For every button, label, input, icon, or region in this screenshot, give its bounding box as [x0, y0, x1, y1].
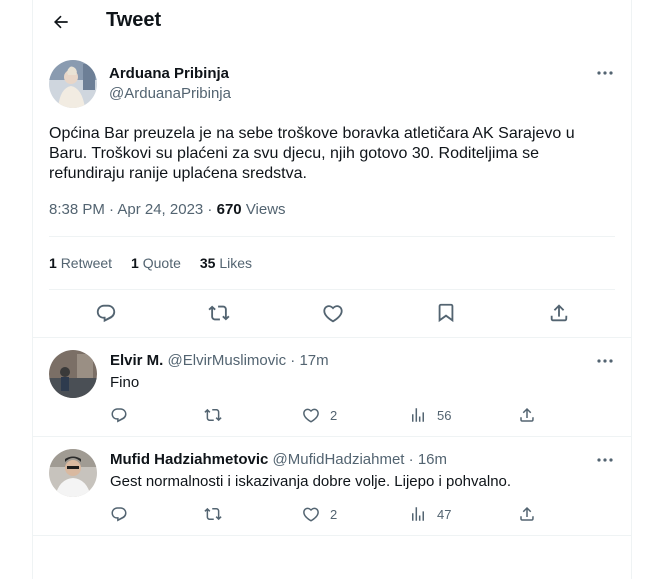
reply-like-count: 2	[330, 407, 338, 423]
share-button[interactable]	[547, 301, 571, 325]
tweet-column: Tweet Arduana Pribinja @ArduanaPribinja …	[32, 0, 632, 579]
reply-avatar[interactable]	[49, 350, 97, 398]
reply-like-button[interactable]: 2	[302, 504, 337, 524]
reply-more-button[interactable]	[593, 452, 617, 468]
reply-views-button[interactable]: 56	[409, 405, 451, 425]
reply-avatar[interactable]	[49, 449, 97, 497]
views-chart-icon	[412, 408, 424, 422]
retweets-count: 1	[49, 255, 57, 271]
reply-tweet[interactable]: Mufid Hadziahmetovic @MufidHadziahmet · …	[33, 437, 631, 535]
page-title: Tweet	[106, 9, 162, 31]
reply-share-button[interactable]	[518, 405, 536, 425]
back-button[interactable]	[47, 8, 75, 36]
share-icon	[520, 407, 534, 422]
reply-button[interactable]	[94, 301, 118, 325]
reply-more-button[interactable]	[593, 353, 617, 369]
like-icon	[303, 408, 319, 423]
tweet-stats: 1 Retweet 1 Quote 35 Likes	[49, 255, 252, 271]
tweet-time[interactable]: 8:38 PM · Apr 24, 2023 ·	[49, 201, 212, 218]
reply-author-name[interactable]: Elvir M.	[110, 352, 163, 369]
reply-retweet-button[interactable]	[204, 405, 222, 425]
quotes-label: Quote	[142, 255, 181, 271]
tweet-actions	[33, 298, 631, 328]
more-icon	[597, 71, 613, 75]
views-chart-icon	[412, 507, 424, 521]
reply-header: Elvir M. @ElvirMuslimovic · 17m	[110, 352, 329, 369]
views-count: 670	[216, 201, 242, 218]
reply-text: Gest normalnosti i iskazivanja dobre vol…	[110, 473, 512, 490]
tweet-meta: 8:38 PM · Apr 24, 2023 · 670 Views	[49, 201, 286, 218]
reply-retweet-button[interactable]	[204, 504, 222, 524]
reply-author-name[interactable]: Mufid Hadziahmetovic	[110, 451, 268, 468]
retweet-button[interactable]	[207, 301, 231, 325]
header: Tweet	[33, 0, 631, 44]
reply-icon	[111, 408, 127, 423]
reply-tweet[interactable]: Elvir M. @ElvirMuslimovic · 17m Fino 2 5…	[33, 338, 631, 436]
reply-like-count: 2	[330, 506, 338, 522]
reply-views-count: 47	[437, 506, 452, 522]
reply-time[interactable]: · 17m	[290, 352, 328, 369]
reply-views-count: 56	[437, 407, 452, 423]
divider	[49, 236, 615, 237]
retweet-icon	[208, 305, 230, 321]
retweets-label: Retweet	[60, 255, 113, 271]
likes-stat[interactable]: 35 Likes	[200, 255, 252, 271]
reply-views-button[interactable]: 47	[409, 504, 451, 524]
reply-like-button[interactable]: 2	[302, 405, 337, 425]
like-button[interactable]	[321, 301, 345, 325]
like-icon	[323, 305, 343, 323]
reply-reply-button[interactable]	[110, 504, 128, 524]
bookmark-icon	[438, 303, 454, 323]
author-avatar[interactable]	[49, 60, 97, 108]
more-icon	[597, 359, 613, 363]
quotes-count: 1	[131, 255, 139, 271]
author-handle[interactable]: @ArduanaPribinja	[109, 85, 231, 102]
views-label: Views	[245, 201, 286, 218]
reply-time[interactable]: · 16m	[409, 451, 447, 468]
tweet-text: Općina Bar preuzela je na sebe troškove …	[49, 125, 575, 182]
likes-label: Likes	[219, 255, 253, 271]
author-name[interactable]: Arduana Pribinja	[109, 65, 229, 82]
divider	[33, 535, 631, 536]
share-icon	[550, 304, 568, 322]
reply-actions: 2 56	[110, 405, 590, 425]
reply-actions: 2 47	[110, 504, 590, 524]
reply-share-button[interactable]	[518, 504, 536, 524]
quotes-stat[interactable]: 1 Quote	[131, 255, 181, 271]
like-icon	[303, 507, 319, 522]
likes-count: 35	[199, 255, 216, 271]
reply-icon	[96, 304, 116, 323]
reply-header: Mufid Hadziahmetovic @MufidHadziahmet · …	[110, 451, 447, 468]
retweet-icon	[204, 507, 222, 521]
reply-icon	[111, 507, 127, 522]
reply-text: Fino	[110, 374, 140, 391]
bookmark-button[interactable]	[434, 301, 458, 325]
more-icon	[597, 458, 613, 462]
arrow-left-icon	[54, 15, 68, 29]
retweet-icon	[204, 408, 222, 422]
reply-author-handle[interactable]: @MufidHadziahmet	[273, 451, 405, 468]
share-icon	[520, 506, 534, 521]
more-options-button[interactable]	[593, 65, 617, 81]
divider	[49, 289, 615, 290]
reply-reply-button[interactable]	[110, 405, 128, 425]
reply-author-handle[interactable]: @ElvirMuslimovic	[168, 352, 287, 369]
retweets-stat[interactable]: 1 Retweet	[49, 255, 112, 271]
